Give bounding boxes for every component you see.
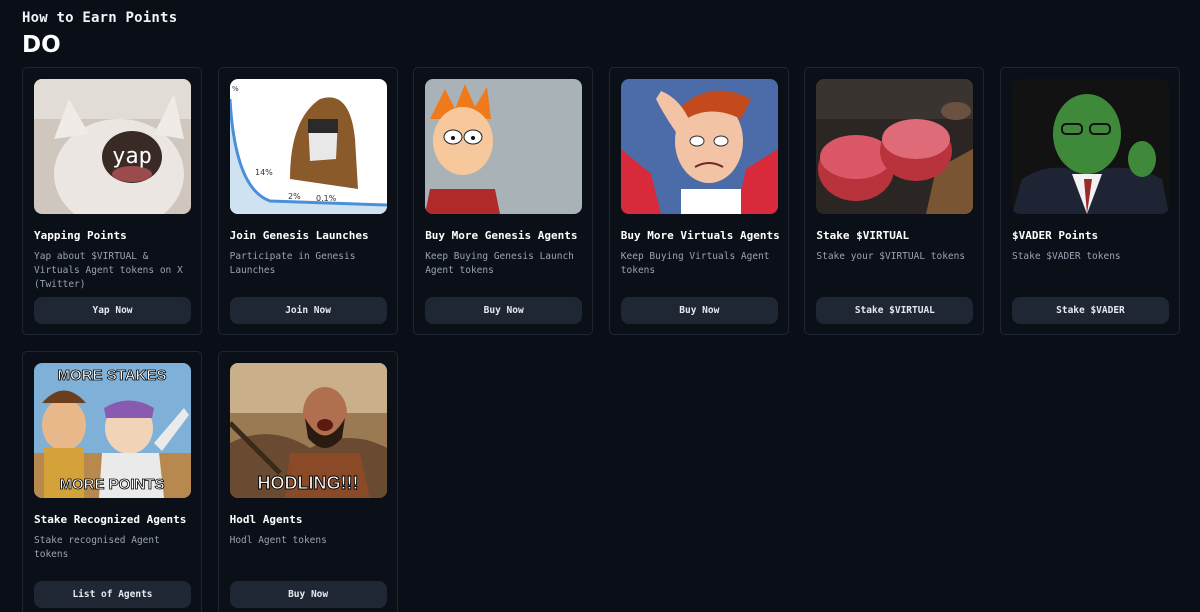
- yap-image-text: yap: [112, 144, 152, 169]
- page-title: How to Earn Points: [22, 10, 178, 26]
- card-buy-more-genesis-agents: Buy More Genesis Agents Keep Buying Gene…: [413, 67, 594, 335]
- join-now-button[interactable]: Join Now: [229, 297, 387, 324]
- card-title: Yapping Points: [34, 229, 127, 242]
- card-title: Stake $VIRTUAL: [816, 229, 910, 242]
- stake-vader-button[interactable]: Stake $VADER: [1011, 297, 1169, 324]
- card-yapping-points: yap Yapping Points Yap about $VIRTUAL & …: [22, 67, 202, 335]
- list-of-agents-button[interactable]: List of Agents: [34, 581, 191, 608]
- buy-now-button[interactable]: Buy Now: [229, 581, 387, 608]
- toy-story-meme-image: MORE STAKES MORE POINTS: [34, 363, 191, 498]
- card-join-genesis-launches: % 14% 2% 0.1% Join Genesis Launches Part…: [217, 67, 398, 335]
- card-description: Keep Buying Genesis Launch Agent tokens: [425, 251, 574, 276]
- svg-text:%: %: [232, 85, 239, 93]
- card-description: Stake recognised Agent tokens: [34, 535, 160, 560]
- card-hodl-agents: HODLING!!! Hodl Agents Hodl Agent tokens…: [217, 351, 398, 612]
- card-description: Stake $VADER tokens: [1011, 251, 1121, 262]
- green-man-image: [1011, 79, 1169, 214]
- stake-virtual-button[interactable]: Stake $VIRTUAL: [816, 297, 974, 324]
- yap-now-button[interactable]: Yap Now: [34, 297, 191, 324]
- svg-text:HODLING!!!: HODLING!!!: [257, 473, 358, 493]
- svg-text:2%: 2%: [288, 192, 301, 201]
- buy-now-button[interactable]: Buy Now: [620, 297, 778, 324]
- buy-now-button[interactable]: Buy Now: [425, 297, 583, 324]
- card-description: Hodl Agent tokens: [229, 535, 327, 546]
- earn-points-page: How to Earn Points DO yap Yapping Points…: [0, 0, 1200, 612]
- card-buy-more-virtuals-agents: Buy More Virtuals Agents Keep Buying Vir…: [608, 67, 789, 335]
- card-vader-points: $VADER Points Stake $VADER tokens Stake …: [999, 67, 1180, 335]
- cards-grid: yap Yapping Points Yap about $VIRTUAL & …: [22, 67, 1180, 612]
- card-title: Buy More Virtuals Agents: [620, 229, 780, 242]
- card-description: Stake your $VIRTUAL tokens: [816, 251, 966, 262]
- yap-cat-image: yap: [34, 79, 191, 214]
- svg-text:MORE POINTS: MORE POINTS: [59, 476, 164, 493]
- svg-text:MORE STAKES: MORE STAKES: [58, 367, 167, 384]
- hooded-wojak-image: % 14% 2% 0.1%: [229, 79, 387, 214]
- card-title: Join Genesis Launches: [229, 229, 369, 242]
- raw-steak-image: [816, 79, 974, 214]
- card-stake-virtual: Stake $VIRTUAL Stake your $VIRTUAL token…: [804, 67, 985, 335]
- squinting-fry-image: [425, 79, 583, 214]
- card-stake-recognized-agents: MORE STAKES MORE POINTS Stake Recognized…: [22, 351, 202, 612]
- card-title: Hodl Agents: [229, 513, 303, 526]
- card-title: Buy More Genesis Agents: [425, 229, 578, 242]
- sweating-man-image: [620, 79, 778, 214]
- card-title: $VADER Points: [1011, 229, 1099, 242]
- spartan-warrior-image: HODLING!!!: [229, 363, 387, 498]
- svg-text:0.1%: 0.1%: [316, 194, 337, 203]
- svg-text:14%: 14%: [255, 168, 273, 177]
- card-description: Participate in Genesis Launches: [229, 251, 356, 276]
- card-description: Yap about $VIRTUAL & Virtuals Agent toke…: [34, 251, 183, 290]
- section-heading-do: DO: [22, 32, 61, 58]
- card-description: Keep Buying Virtuals Agent tokens: [620, 251, 770, 276]
- card-title: Stake Recognized Agents: [34, 513, 187, 526]
